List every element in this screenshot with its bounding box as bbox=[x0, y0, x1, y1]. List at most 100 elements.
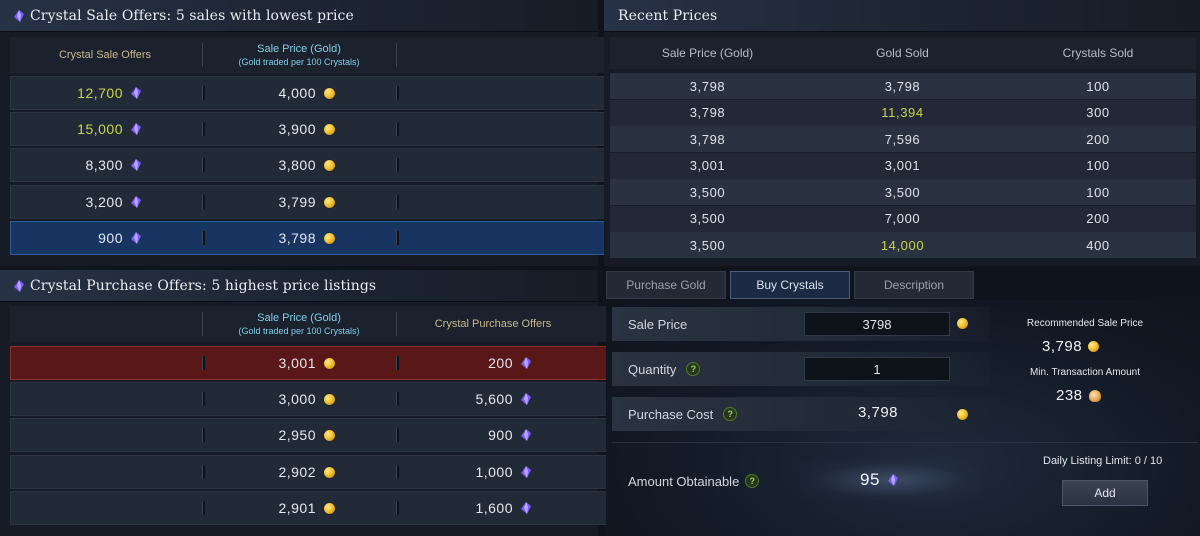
purchase-crystals: 1,600 bbox=[399, 492, 531, 524]
gold-coin-icon bbox=[1088, 341, 1100, 352]
gold-coin-icon bbox=[324, 393, 335, 405]
header-label: Sale Price (Gold) bbox=[257, 43, 341, 55]
recent-price-row: 3,500 14,000 400 bbox=[610, 232, 1196, 258]
row-separator bbox=[396, 158, 399, 172]
row-separator bbox=[396, 195, 399, 209]
sale-price-text: 3,798 bbox=[278, 230, 316, 246]
recent-prices-header: Sale Price (Gold) Gold Sold Crystals Sol… bbox=[610, 37, 1196, 69]
purchase-crystals: 200 bbox=[399, 347, 531, 379]
min-transaction-wrap: 238 bbox=[1056, 387, 1101, 404]
amount-obtainable-value: 95 bbox=[860, 470, 880, 489]
crystal-icon bbox=[131, 159, 141, 171]
amount-obtainable-label-wrap: Amount Obtainable ? bbox=[628, 471, 760, 491]
recent-price-row: 3,500 3,500 100 bbox=[610, 179, 1196, 205]
recent-price-cell: 300 bbox=[1086, 105, 1110, 120]
crystal-icon bbox=[14, 279, 24, 292]
gold-bag-icon bbox=[1088, 389, 1101, 402]
recent-price-cell: 400 bbox=[1086, 237, 1110, 253]
purchase-price: 3,001 bbox=[205, 347, 335, 379]
quantity-label-wrap: Quantity ? bbox=[628, 352, 701, 386]
recent-price-cell: 3,001 bbox=[689, 158, 726, 173]
purchase-price: 2,901 bbox=[205, 492, 335, 524]
crystal-icon bbox=[521, 393, 531, 405]
recent-price-cell: 100 bbox=[1086, 158, 1110, 173]
tab-purchase-gold[interactable]: Purchase Gold bbox=[606, 271, 726, 299]
header-divider bbox=[202, 43, 203, 67]
purchase-offers-title: Crystal Purchase Offers: 5 highest price… bbox=[30, 277, 377, 294]
recent-price-cell: 3,500 bbox=[689, 184, 726, 200]
recent-price-cell: 7,596 bbox=[884, 131, 921, 147]
row-separator bbox=[396, 231, 399, 245]
recent-price-cell: 11,394 bbox=[881, 105, 924, 120]
sale-offers-title: Crystal Sale Offers: 5 sales with lowest… bbox=[30, 7, 354, 24]
sale-price: 3,900 bbox=[205, 113, 335, 145]
quantity-label: Quantity bbox=[628, 361, 677, 377]
recent-price-cell: 100 bbox=[1086, 78, 1110, 94]
purchase-offers-title-bar: Crystal Purchase Offers: 5 highest price… bbox=[0, 270, 598, 302]
recent-price-cell: 3,798 bbox=[689, 78, 726, 94]
sale-price-text: 3,900 bbox=[278, 121, 316, 137]
recent-price-row: 3,001 3,001 100 bbox=[610, 152, 1196, 179]
header-divider bbox=[202, 312, 203, 336]
recent-prices-title: Recent Prices bbox=[618, 7, 718, 24]
crystal-amount: 900 bbox=[11, 222, 141, 254]
gold-coin-icon bbox=[324, 357, 335, 369]
recent-price-cell: 3,798 bbox=[884, 78, 921, 94]
help-icon[interactable]: ? bbox=[723, 407, 738, 421]
quantity-input[interactable]: 1 bbox=[804, 357, 950, 381]
sale-price: 4,000 bbox=[205, 77, 335, 109]
crystal-icon bbox=[131, 196, 141, 208]
purchase-price: 2,902 bbox=[205, 456, 335, 488]
recent-price-cell: 3,798 bbox=[689, 131, 726, 147]
gold-coin-icon bbox=[324, 196, 335, 208]
sale-offers-title-bar: Crystal Sale Offers: 5 sales with lowest… bbox=[0, 0, 598, 32]
recommended-price-wrap: 3,798 bbox=[1042, 338, 1100, 355]
col-sale-price: Sale Price (Gold) (Gold traded per 100 C… bbox=[204, 37, 394, 73]
recent-price-row: 3,798 11,394 300 bbox=[610, 99, 1196, 126]
min-transaction-label: Min. Transaction Amount bbox=[1029, 367, 1141, 378]
crystal-amount-text: 15,000 bbox=[77, 121, 123, 137]
row-separator bbox=[396, 122, 399, 136]
gold-coin-icon bbox=[324, 429, 335, 441]
header-sublabel: (Gold traded per 100 Crystals) bbox=[238, 326, 360, 336]
gold-coin-icon bbox=[324, 87, 335, 99]
crystal-icon bbox=[887, 474, 898, 486]
gold-coin-icon bbox=[324, 159, 335, 171]
sale-price-input[interactable]: 3798 bbox=[804, 312, 950, 336]
recent-price-cell: 200 bbox=[1086, 211, 1110, 226]
purchase-price-text: 2,902 bbox=[278, 464, 316, 480]
col-crystal-sale-offers: Crystal Sale Offers bbox=[10, 37, 200, 73]
col-crystal-purchase-offers: Crystal Purchase Offers bbox=[398, 306, 588, 342]
recent-price-cell: 3,798 bbox=[689, 105, 726, 120]
sale-price: 3,800 bbox=[205, 149, 335, 181]
recent-price-cell: 7,000 bbox=[884, 211, 921, 226]
min-transaction-value: 238 bbox=[1056, 387, 1083, 404]
recent-price-cell: 3,500 bbox=[689, 211, 726, 226]
purchase-crystals-text: 5,600 bbox=[475, 391, 513, 407]
header-label: Crystal Sale Offers bbox=[58, 49, 152, 61]
crystal-icon bbox=[521, 502, 531, 514]
gold-coin-icon bbox=[324, 466, 335, 478]
tab-description[interactable]: Description bbox=[854, 271, 974, 299]
purchase-crystals-text: 900 bbox=[488, 427, 513, 443]
add-button[interactable]: Add bbox=[1062, 480, 1148, 506]
crystal-amount-text: 3,200 bbox=[85, 194, 123, 210]
recent-price-cell: 14,000 bbox=[880, 237, 925, 253]
header-label: Crystal Purchase Offers bbox=[434, 318, 552, 330]
recent-price-cell: 100 bbox=[1086, 184, 1110, 200]
sale-price-text: 4,000 bbox=[278, 85, 316, 101]
tab-buy-crystals[interactable]: Buy Crystals bbox=[730, 271, 850, 299]
purchase-price: 3,000 bbox=[205, 383, 335, 415]
daily-listing-limit: Daily Listing Limit: 0 / 10 bbox=[1043, 455, 1163, 467]
crystal-icon bbox=[521, 357, 531, 369]
purchase-crystals-text: 200 bbox=[488, 355, 513, 371]
purchase-price: 2,950 bbox=[205, 419, 335, 451]
purchase-cost-value: 3,798 bbox=[857, 404, 899, 421]
purchase-cost-label-wrap: Purchase Cost ? bbox=[628, 397, 738, 431]
row-separator bbox=[396, 86, 399, 100]
help-icon[interactable]: ? bbox=[686, 362, 701, 376]
purchase-cost-label: Purchase Cost bbox=[628, 406, 714, 422]
recent-price-row: 3,798 7,596 200 bbox=[610, 126, 1196, 152]
help-icon[interactable]: ? bbox=[745, 474, 760, 488]
crystal-amount-text: 900 bbox=[98, 230, 123, 246]
